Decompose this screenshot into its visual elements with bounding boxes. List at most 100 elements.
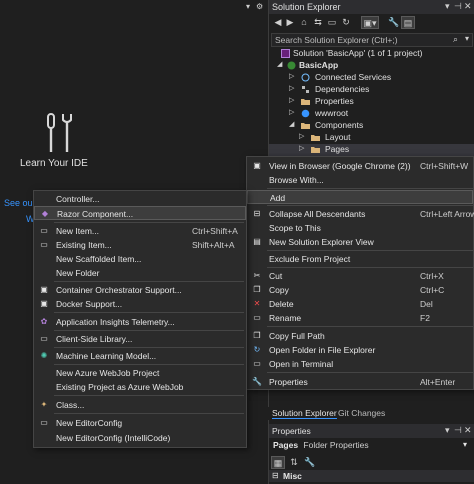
collapse-arrow-icon[interactable]: ▷	[289, 84, 294, 92]
submenu-item-new-folder[interactable]: New Folder	[34, 266, 246, 280]
dropdown-icon[interactable]: ▾	[445, 425, 450, 436]
collapse-icon: ⊟	[253, 209, 261, 218]
submenu-item-new-azure-webjob[interactable]: New Azure WebJob Project	[34, 366, 246, 380]
tree-item-dependencies[interactable]: ▷ Dependencies	[269, 84, 474, 96]
menu-item-browse-with[interactable]: Browse With...	[247, 173, 473, 187]
menu-separator	[54, 347, 244, 348]
solution-explorer-toolbar: ◀ ▶ ⌂ ⇆ ▭ ↻ ▣▾ 🔧 ▤	[269, 14, 474, 32]
properties-panel: Properties ▾ ⊣ ✕ Pages Folder Properties…	[268, 424, 474, 484]
wrench-icon: 🔧	[252, 377, 262, 386]
submenu-item-controller[interactable]: Controller...	[34, 192, 246, 206]
menu-item-rename[interactable]: ▭ Rename F2	[247, 311, 473, 325]
tree-item-layout[interactable]: ▷ Layout	[269, 132, 474, 144]
menu-separator	[267, 188, 473, 189]
delete-icon: ✕	[253, 299, 261, 308]
sync-icon[interactable]: ⇆	[311, 16, 325, 29]
home-icon[interactable]: ⌂	[297, 16, 311, 29]
wrench-icon[interactable]: 🔧	[387, 16, 401, 29]
solution-explorer-title: Solution Explorer	[272, 2, 341, 12]
tree-item-connected-services[interactable]: ▷ Connected Services	[269, 72, 474, 84]
dropdown-icon[interactable]: ▾	[445, 1, 450, 12]
see-our-link[interactable]: See our	[4, 198, 36, 208]
menu-item-add[interactable]: Add	[247, 190, 473, 204]
dropdown-icon[interactable]: ▾	[246, 2, 250, 11]
pin-icon[interactable]: ⊣	[454, 1, 462, 12]
submenu-item-docker-support[interactable]: ▣ Docker Support...	[34, 297, 246, 311]
chevron-down-icon[interactable]: ▾	[465, 34, 469, 43]
collapse-arrow-icon[interactable]: ▷	[289, 72, 294, 80]
menu-item-delete[interactable]: ✕ Delete Del	[247, 297, 473, 311]
tree-item-pages[interactable]: ▷ Pages	[269, 144, 474, 156]
menu-separator	[267, 250, 473, 251]
csharp-project-icon	[287, 61, 296, 70]
razor-icon: ◆	[41, 209, 49, 218]
menu-item-collapse-all[interactable]: ⊟ Collapse All Descendants Ctrl+Left Arr…	[247, 207, 474, 221]
tree-item-wwwroot[interactable]: ▷ wwwroot	[269, 108, 474, 120]
refresh-icon[interactable]: ↻	[339, 16, 353, 29]
rename-icon: ▭	[253, 313, 261, 322]
submenu-item-existing-azure-webjob[interactable]: Existing Project as Azure WebJob	[34, 380, 246, 394]
collapse-all-icon[interactable]: ▣▾	[361, 16, 379, 29]
menu-separator	[54, 312, 244, 313]
alphabetical-icon[interactable]: ⇅	[287, 456, 301, 469]
wrench-icon[interactable]: 🔧	[303, 456, 317, 469]
expand-arrow-icon[interactable]: ◢	[289, 120, 294, 128]
menu-item-cut[interactable]: ✂ Cut Ctrl+X	[247, 269, 473, 283]
submenu-item-container-orchestrator[interactable]: ▣ Container Orchestrator Support...	[34, 283, 246, 297]
menu-separator	[54, 413, 244, 414]
menu-item-properties[interactable]: 🔧 Properties Alt+Enter	[247, 375, 473, 389]
close-icon[interactable]: ✕	[464, 1, 472, 12]
pin-icon[interactable]: ⊣	[454, 425, 462, 436]
properties-object-selector[interactable]: Pages Folder Properties	[273, 440, 369, 450]
menu-item-new-se-view[interactable]: ▤ New Solution Explorer View	[247, 235, 473, 249]
search-icon[interactable]: ⌕	[453, 34, 458, 45]
tree-item-properties[interactable]: ▷ Properties	[269, 96, 474, 108]
menu-item-open-folder[interactable]: ↻ Open Folder in File Explorer	[247, 343, 473, 357]
properties-toolbar: ▦ ⇅ 🔧	[269, 454, 474, 469]
submenu-item-new-editorconfig-intellicode[interactable]: New EditorConfig (IntelliCode)	[34, 431, 246, 445]
dependencies-icon	[302, 86, 309, 93]
gear-icon[interactable]: ⚙	[256, 2, 263, 11]
collapse-arrow-icon[interactable]: ▷	[289, 96, 294, 104]
pending-changes-icon[interactable]: ▭	[325, 16, 339, 29]
properties-category-misc[interactable]: ⊟ Misc	[269, 470, 474, 482]
preview-icon[interactable]: ▤	[401, 16, 415, 29]
submenu-item-class[interactable]: ✦ Class...	[34, 398, 246, 412]
submenu-item-new-item[interactable]: ▭ New Item... Ctrl+Shift+A	[34, 224, 246, 238]
collapse-arrow-icon[interactable]: ▷	[299, 132, 304, 140]
close-icon[interactable]: ✕	[464, 425, 472, 436]
tree-item-project[interactable]: ◢ BasicApp	[269, 60, 474, 72]
connected-services-icon	[301, 73, 310, 82]
properties-titlebar: Properties ▾ ⊣ ✕	[269, 424, 474, 438]
solution-explorer-search[interactable]: Search Solution Explorer (Ctrl+;) ⌕ ▾	[271, 33, 473, 47]
tree-item-components[interactable]: ◢ Components	[269, 120, 474, 132]
tab-git-changes[interactable]: Git Changes	[338, 408, 385, 418]
editorconfig-icon: ▭	[40, 418, 48, 427]
submenu-item-new-editorconfig[interactable]: ▭ New EditorConfig	[34, 416, 246, 430]
submenu-item-client-side-library[interactable]: ▭ Client-Side Library...	[34, 332, 246, 346]
submenu-item-existing-item[interactable]: ▭ Existing Item... Shift+Alt+A	[34, 238, 246, 252]
collapse-arrow-icon[interactable]: ▷	[289, 108, 294, 116]
editor-top-bar: ▾ ⚙	[0, 0, 268, 14]
submenu-item-ml-model[interactable]: ✺ Machine Learning Model...	[34, 349, 246, 363]
collapse-box-icon[interactable]: ⊟	[272, 471, 279, 480]
expand-arrow-icon[interactable]: ◢	[277, 60, 282, 68]
menu-separator	[267, 267, 473, 268]
tree-item-solution[interactable]: Solution 'BasicApp' (1 of 1 project)	[269, 48, 474, 60]
chevron-down-icon[interactable]: ▾	[463, 440, 467, 449]
menu-item-copy-full-path[interactable]: ❐ Copy Full Path	[247, 329, 473, 343]
submenu-item-razor-component[interactable]: ◆ Razor Component...	[34, 206, 246, 220]
collapse-arrow-icon[interactable]: ▷	[299, 144, 304, 152]
categorized-icon[interactable]: ▦	[271, 456, 285, 469]
docker-icon: ▣	[40, 299, 48, 308]
menu-item-copy[interactable]: ❐ Copy Ctrl+C	[247, 283, 473, 297]
tab-solution-explorer[interactable]: Solution Explorer	[272, 408, 337, 419]
menu-separator	[54, 281, 244, 282]
menu-item-exclude[interactable]: Exclude From Project	[247, 252, 473, 266]
submenu-item-new-scaffolded[interactable]: New Scaffolded Item...	[34, 252, 246, 266]
submenu-item-app-insights[interactable]: ✿ Application Insights Telemetry...	[34, 315, 246, 329]
forward-icon[interactable]: ▶	[283, 16, 297, 29]
menu-item-view-in-browser[interactable]: ▣ View in Browser (Google Chrome (2)) Ct…	[247, 159, 473, 173]
menu-item-open-terminal[interactable]: ▭ Open in Terminal	[247, 357, 473, 371]
menu-item-scope-to-this[interactable]: Scope to This	[247, 221, 473, 235]
